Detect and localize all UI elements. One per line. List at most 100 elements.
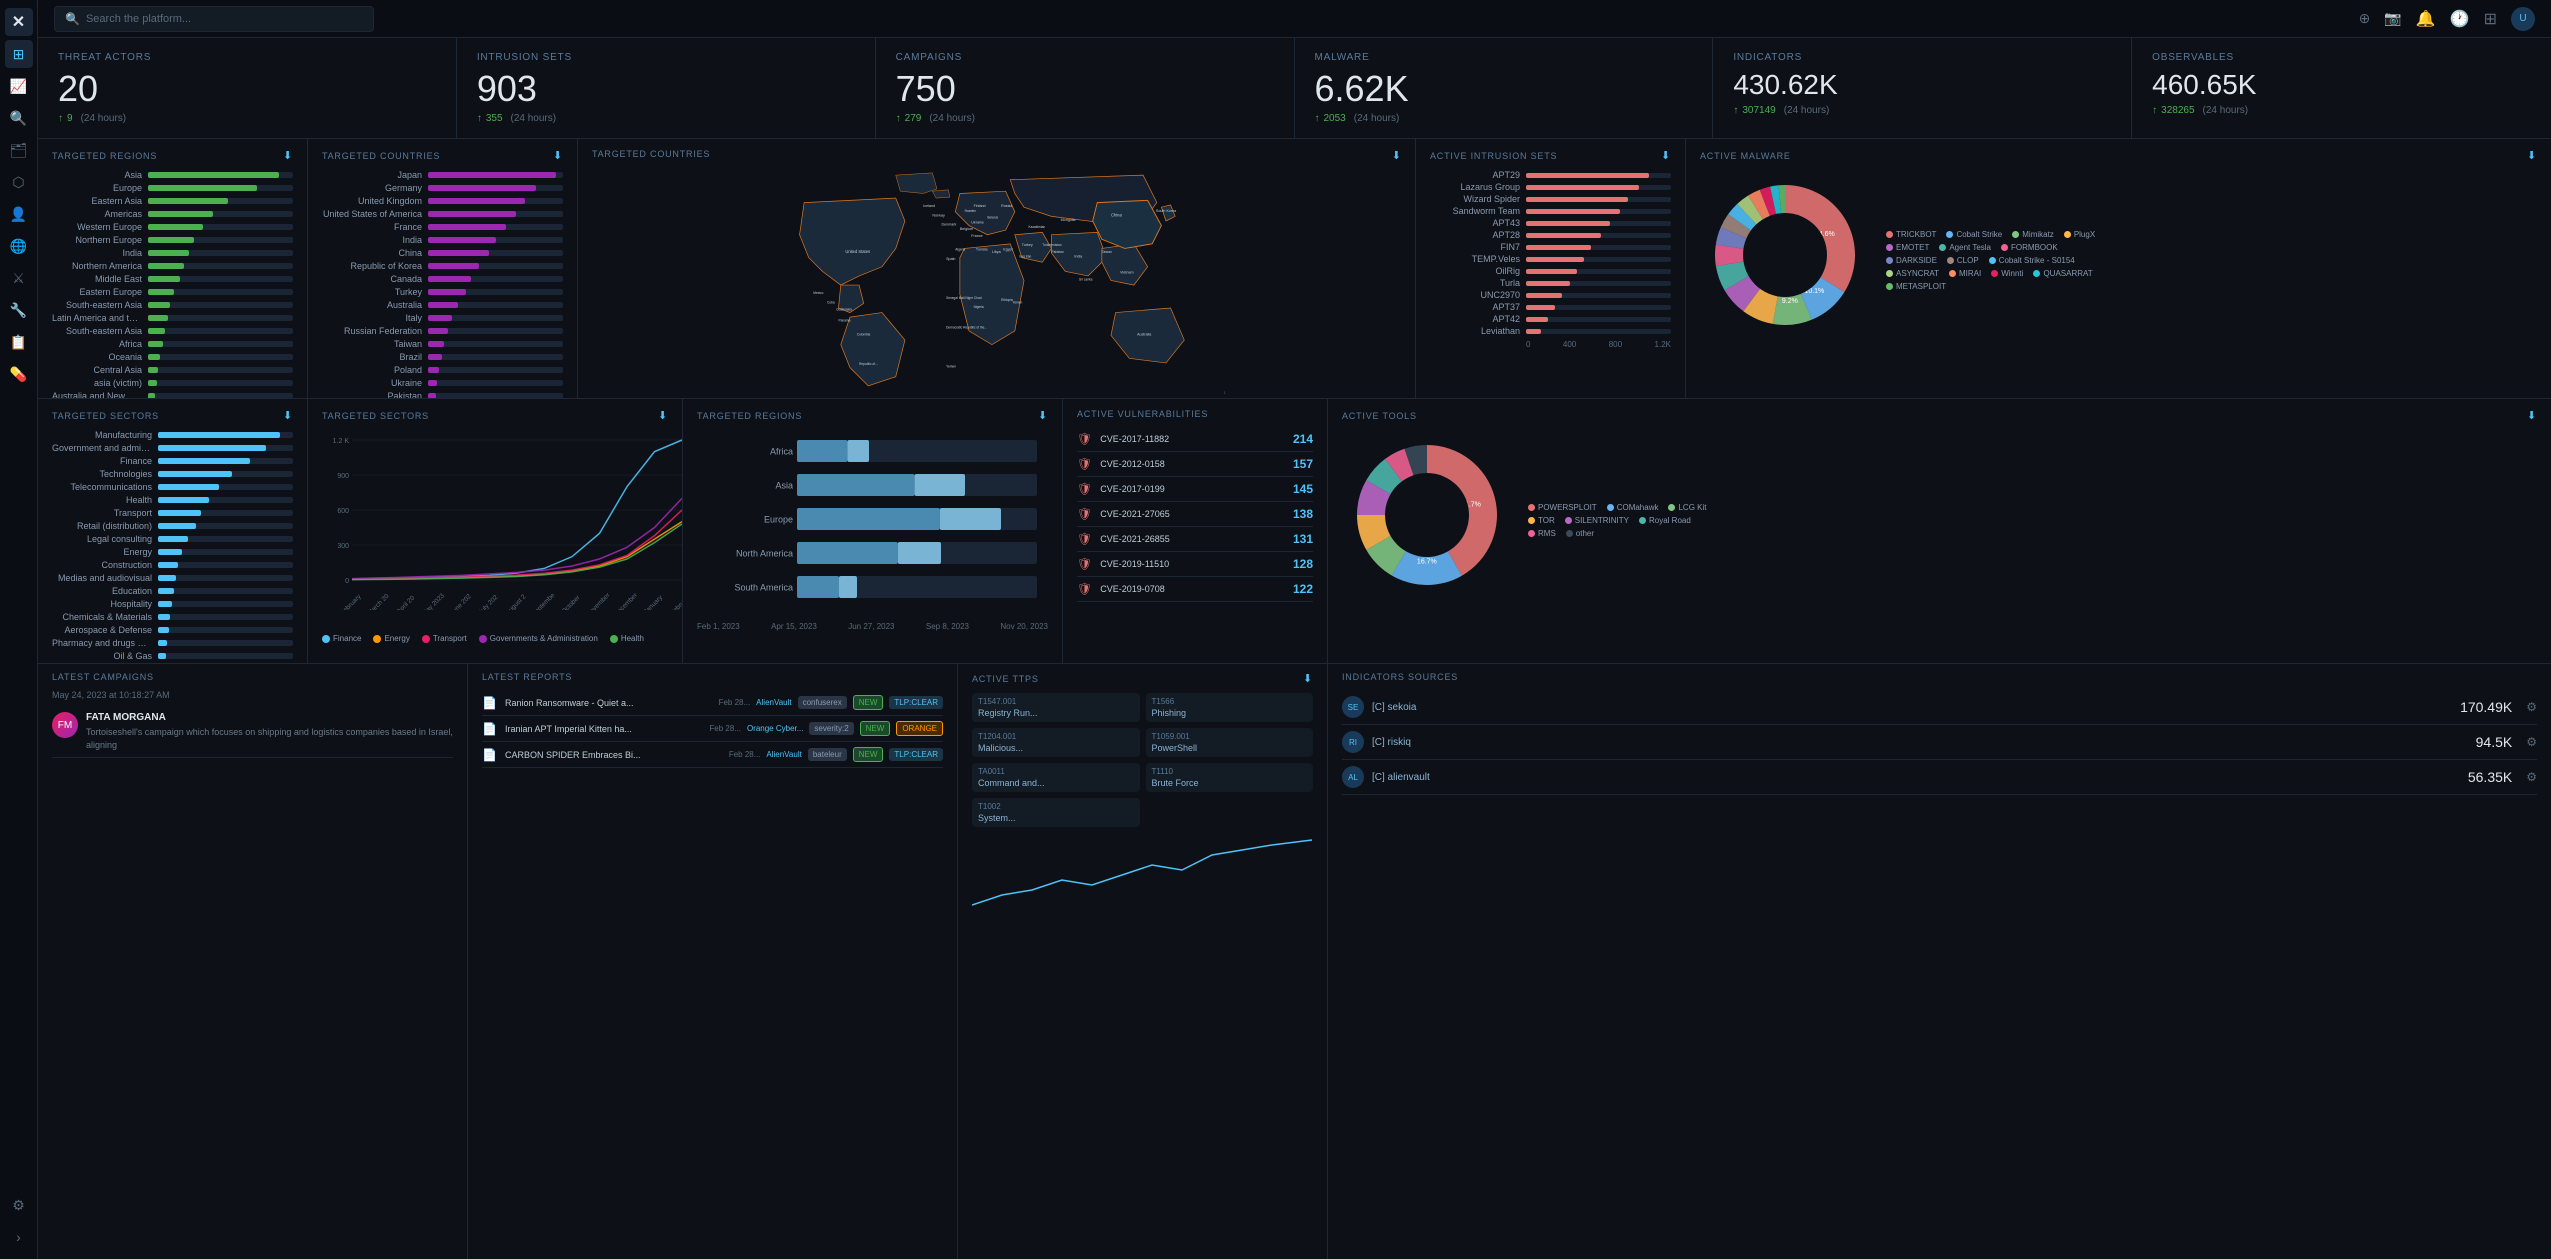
svg-text:Algeria: Algeria — [955, 248, 965, 252]
malware-legend-item: ASYNCRAT — [1886, 269, 1939, 278]
campaign-item[interactable]: FM FATA MORGANA Tortoiseshell's campaign… — [52, 706, 453, 758]
ttps-item[interactable]: T1547.001 Registry Run... — [972, 693, 1140, 722]
targeted-sectors-line-chart: TARGETED SECTORS ⬇ 03006009001.2 KFebrua… — [308, 399, 683, 663]
report-item[interactable]: 📄 Iranian APT Imperial Kitten ha... Feb … — [482, 716, 943, 742]
search-box[interactable]: 🔍 Search the platform... — [54, 6, 374, 32]
download-sectors-line-icon[interactable]: ⬇ — [658, 409, 668, 422]
hbar-label: Asia — [52, 170, 142, 180]
hbar-label: Canada — [322, 274, 422, 284]
ttps-item[interactable]: T1110 Brute Force — [1146, 763, 1314, 792]
hbar-row: Taiwan — [322, 339, 563, 349]
hbar-label: Eastern Europe — [52, 287, 142, 297]
svg-text:Europe: Europe — [764, 514, 793, 524]
ttps-item[interactable]: T1059.001 PowerShell — [1146, 728, 1314, 757]
report-item[interactable]: 📄 CARBON SPIDER Embraces Bi... Feb 28...… — [482, 742, 943, 768]
intrusion-set-row: APT29 — [1430, 170, 1671, 180]
download-malware-icon[interactable]: ⬇ — [2527, 149, 2537, 162]
download-intrusion-icon[interactable]: ⬇ — [1661, 149, 1671, 162]
download-sectors-bar-icon[interactable]: ⬇ — [283, 409, 293, 422]
source-settings-icon[interactable]: ⚙ — [2526, 700, 2537, 714]
stat-campaigns[interactable]: CAMPAIGNS 750 ↑ 279 (24 hours) — [876, 38, 1295, 138]
sidebar-icon-data[interactable]: 🗂 — [5, 136, 33, 164]
stat-observables-label: OBSERVABLES — [2152, 52, 2531, 63]
stat-threat-actors-change: ↑ 9 (24 hours) — [58, 113, 436, 124]
ttps-item[interactable]: T1204.001 Malicious... — [972, 728, 1140, 757]
ttps-item[interactable]: T1002 System... — [972, 798, 1140, 827]
svg-text:Ukraine: Ukraine — [971, 220, 984, 224]
download-countries-icon[interactable]: ⬇ — [553, 149, 563, 162]
svg-text:January: January — [643, 594, 665, 610]
vuln-item[interactable]: 🛡 CVE-2021-26855 131 — [1077, 527, 1313, 552]
grid-icon[interactable]: ⊞ — [2484, 9, 2497, 29]
stat-intrusion-sets[interactable]: INTRUSION SETS 903 ↑ 355 (24 hours) — [457, 38, 876, 138]
sidebar-icon-x[interactable]: ✕ — [5, 8, 33, 36]
sidebar-icon-analytics[interactable]: 📈 — [5, 72, 33, 100]
hbar-track — [428, 263, 563, 269]
download-regions-bar2-icon[interactable]: ⬇ — [1038, 409, 1048, 422]
ttps-item[interactable]: T1566 Phishing — [1146, 693, 1314, 722]
bell-icon[interactable]: 🔔 — [2416, 9, 2436, 29]
hbar-fill — [148, 393, 155, 398]
download-map-icon[interactable]: ⬇ — [1392, 149, 1401, 162]
targeted-regions-chart: TARGETED REGIONS ⬇ Asia Europe Eastern A… — [38, 139, 308, 398]
sidebar-icon-meds[interactable]: 💊 — [5, 360, 33, 388]
vuln-item[interactable]: 🛡 CVE-2021-27065 138 — [1077, 502, 1313, 527]
download-regions-icon[interactable]: ⬇ — [283, 149, 293, 162]
malware-legend-item: EMOTET — [1886, 243, 1929, 252]
user-avatar[interactable]: U — [2511, 7, 2535, 31]
malware-legend-item: CLOP — [1947, 256, 1979, 265]
sidebar-icon-network[interactable]: 🌐 — [5, 232, 33, 260]
ttps-item[interactable]: TA0011 Command and... — [972, 763, 1140, 792]
svg-text:June 202: June 202 — [449, 593, 473, 610]
malware-legend-item: FORMBOOK — [2001, 243, 2058, 252]
svg-text:Sweden: Sweden — [964, 209, 976, 213]
tools-legend-item: LCG Kit — [1668, 503, 1706, 512]
stat-indicators[interactable]: INDICATORS 430.62K ↑ 307149 (24 hours) — [1713, 38, 2132, 138]
sidebar-icon-search[interactable]: 🔍 — [5, 104, 33, 132]
svg-text:Mexico: Mexico — [813, 291, 823, 295]
download-ttps-icon[interactable]: ⬇ — [1303, 672, 1313, 685]
hbar-track — [428, 185, 563, 191]
sidebar-icon-dashboard[interactable]: ⊞ — [5, 40, 33, 68]
source-item[interactable]: RI [C] riskiq 94.5K ⚙ — [1342, 725, 2537, 760]
hbar-label: Northern America — [52, 261, 142, 271]
source-item[interactable]: AL [C] alienvault 56.35K ⚙ — [1342, 760, 2537, 795]
download-tools-icon[interactable]: ⬇ — [2527, 409, 2537, 422]
vuln-item[interactable]: 🛡 CVE-2019-11510 128 — [1077, 552, 1313, 577]
svg-text:Yemen: Yemen — [946, 365, 956, 369]
report-item[interactable]: 📄 Ranion Ransomware - Quiet a... Feb 28.… — [482, 690, 943, 716]
camera-icon[interactable]: 📷 — [2384, 10, 2401, 27]
hbar-label: Turkey — [322, 287, 422, 297]
hbar-track — [148, 393, 293, 398]
hbar-label: Ukraine — [322, 378, 422, 388]
sidebar-icon-settings[interactable]: ⚙ — [5, 1191, 33, 1219]
sidebar-icon-home[interactable]: ⬡ — [5, 168, 33, 196]
hbar-row: Eastern Asia — [52, 196, 293, 206]
stat-malware[interactable]: MALWARE 6.62K ↑ 2053 (24 hours) — [1295, 38, 1714, 138]
sidebar-icon-reports[interactable]: 📋 — [5, 328, 33, 356]
stat-observables[interactable]: OBSERVABLES 460.65K ↑ 328265 (24 hours) — [2132, 38, 2551, 138]
vuln-item[interactable]: 🛡 CVE-2012-0158 157 — [1077, 452, 1313, 477]
vuln-item[interactable]: 🛡 CVE-2017-11882 214 — [1077, 427, 1313, 452]
source-settings-icon[interactable]: ⚙ — [2526, 735, 2537, 749]
scan-icon[interactable]: ⊕ — [2359, 10, 2371, 27]
vuln-name: CVE-2017-11882 — [1100, 434, 1285, 444]
hbar-track — [148, 237, 293, 243]
intrusion-set-row: APT43 — [1430, 218, 1671, 228]
vuln-item[interactable]: 🛡 CVE-2019-0708 122 — [1077, 577, 1313, 602]
sidebar-icon-actors[interactable]: 👤 — [5, 200, 33, 228]
indicators-sources-title: INDICATORS SOURCES — [1342, 672, 1458, 682]
vuln-item[interactable]: 🛡 CVE-2017-0199 145 — [1077, 477, 1313, 502]
source-settings-icon[interactable]: ⚙ — [2526, 770, 2537, 784]
hbar-fill — [158, 575, 176, 581]
hbar-fill — [158, 549, 182, 555]
sidebar-icon-tools[interactable]: 🔧 — [5, 296, 33, 324]
sidebar-icon-expand[interactable]: › — [5, 1223, 33, 1251]
svg-text:Yemen: Yemen — [1013, 300, 1023, 304]
hbar-fill — [148, 354, 160, 360]
source-item[interactable]: SE [C] sekoia 170.49K ⚙ — [1342, 690, 2537, 725]
hbar-fill — [148, 302, 170, 308]
sidebar-icon-attack[interactable]: ⚔ — [5, 264, 33, 292]
clock-icon[interactable]: 🕐 — [2450, 9, 2470, 29]
stat-threat-actors[interactable]: THREAT ACTORS 20 ↑ 9 (24 hours) — [38, 38, 457, 138]
